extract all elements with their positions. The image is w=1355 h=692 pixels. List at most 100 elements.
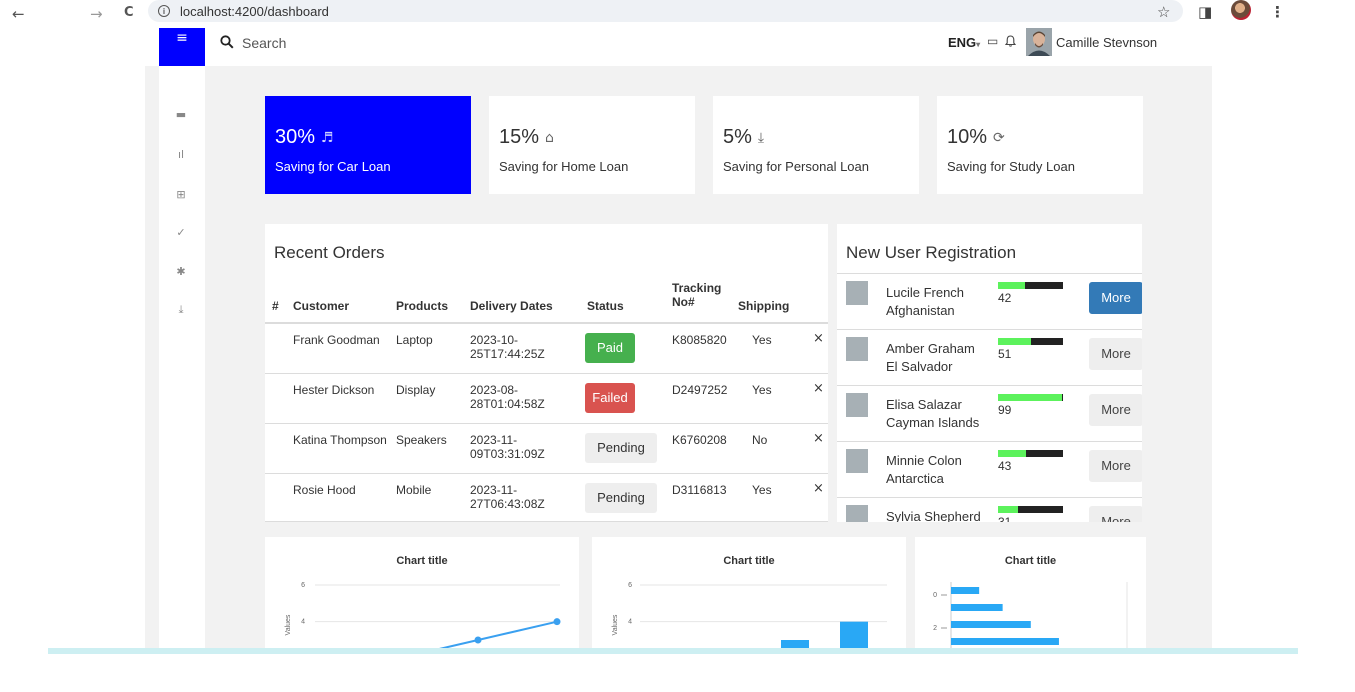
data-point xyxy=(553,618,561,626)
order-shipping: No xyxy=(752,433,768,447)
user-country: Antarctica xyxy=(886,471,944,486)
order-customer: Katina Thompson xyxy=(293,433,387,447)
user-row: Elisa Salazar Cayman Islands 99 More xyxy=(837,385,1142,441)
kpi-card-study-loan[interactable]: 10% ⟳ Saving for Study Loan xyxy=(937,96,1143,194)
col-status: Status xyxy=(587,299,624,313)
user-row: Sylvia Shepherd 31 More xyxy=(837,497,1142,522)
language-selector[interactable]: ENG▾ xyxy=(948,35,980,50)
user-score: 31 xyxy=(998,515,1012,522)
user-name: Elisa Salazar xyxy=(886,397,962,412)
user-country: El Salvador xyxy=(886,359,953,374)
y-axis-label: Values xyxy=(285,614,292,635)
sidebar-check-icon[interactable]: ✓ xyxy=(174,226,188,239)
row-divider xyxy=(265,423,828,424)
refresh-icon: ⟳ xyxy=(993,129,1005,146)
kpi-card-home-loan[interactable]: 15% ⌂ Saving for Home Loan xyxy=(489,96,695,194)
user-name: Lucile French xyxy=(886,285,965,300)
user-name: Minnie Colon xyxy=(886,453,962,468)
sidebar-add-icon[interactable]: ⊞ xyxy=(174,188,188,201)
line-chart-card: Chart title 642Values xyxy=(265,537,579,653)
col-delivery-dates: Delivery Dates xyxy=(470,299,553,313)
sidebar-download-icon[interactable]: ⤓ xyxy=(174,303,188,317)
more-button[interactable]: More xyxy=(1089,450,1142,482)
order-tracking: D2497252 xyxy=(672,383,728,397)
row-divider xyxy=(837,273,1142,274)
reload-icon[interactable]: C xyxy=(124,5,134,20)
user-name[interactable]: Camille Stevnson xyxy=(1056,35,1157,50)
bar xyxy=(951,638,1059,645)
progress-bar xyxy=(998,506,1063,513)
bookmark-star-icon[interactable]: ☆ xyxy=(1157,3,1170,21)
sidebar-chart-icon[interactable]: ıl xyxy=(174,148,188,161)
bar xyxy=(951,587,980,594)
col-shipping: Shipping xyxy=(738,299,790,313)
horizontal-bar-chart-card: Chart title 0 2 xyxy=(915,537,1146,653)
order-date: 2023-11- 09T03:31:09Z xyxy=(470,433,545,461)
more-button[interactable]: More xyxy=(1089,282,1142,314)
more-button[interactable]: More xyxy=(1089,394,1142,426)
kpi-card-personal-loan[interactable]: 5% ⤓ Saving for Personal Loan xyxy=(713,96,919,194)
order-tracking: D3116813 xyxy=(672,483,727,497)
remove-order-icon[interactable]: × xyxy=(813,431,824,446)
address-bar[interactable]: i localhost:4200/dashboard xyxy=(148,0,1183,22)
remove-order-icon[interactable]: × xyxy=(813,481,824,496)
music-icon: ♬ xyxy=(321,129,334,146)
kpi-value: 10% xyxy=(947,126,988,148)
header-divider xyxy=(265,322,828,324)
language-label: ENG xyxy=(948,35,977,50)
col-customer: Customer xyxy=(293,299,350,313)
kpi-card-car-loan[interactable]: 30% ♬ Saving for Car Loan xyxy=(265,96,471,194)
bar-chart-card: Chart title 642Values xyxy=(592,537,906,653)
hamburger-menu-icon[interactable]: ≡ xyxy=(159,28,205,66)
status-badge: Pending xyxy=(585,483,657,513)
y-tick-label: 6 xyxy=(301,582,305,589)
site-info-icon[interactable]: i xyxy=(158,5,170,17)
search-input[interactable] xyxy=(242,33,442,53)
more-button[interactable]: More xyxy=(1089,506,1142,522)
side-panel-icon[interactable]: ◨ xyxy=(1198,3,1212,21)
bell-icon[interactable] xyxy=(1005,35,1016,47)
profile-avatar-icon[interactable] xyxy=(1231,0,1251,20)
col-tracking: Tracking No# xyxy=(672,281,722,309)
order-customer: Rosie Hood xyxy=(293,483,356,497)
avatar xyxy=(846,449,868,473)
remove-order-icon[interactable]: × xyxy=(813,331,824,346)
user-avatar[interactable] xyxy=(1026,28,1052,56)
order-product: Display xyxy=(396,383,436,397)
avatar xyxy=(846,393,868,417)
user-name: Amber Graham xyxy=(886,341,975,356)
sidebar-settings-icon[interactable]: ✱ xyxy=(174,265,188,278)
progress-bar xyxy=(998,394,1063,401)
progress-fill xyxy=(998,450,1026,457)
url-text: localhost:4200/dashboard xyxy=(180,3,329,19)
browser-menu-icon[interactable]: ⋮ xyxy=(1270,3,1285,21)
user-score: 99 xyxy=(998,403,1012,417)
kpi-label: Saving for Study Loan xyxy=(947,159,1075,174)
kpi-value: 5% xyxy=(723,126,752,148)
col-index: # xyxy=(272,299,279,313)
user-score: 42 xyxy=(998,291,1012,305)
progress-fill xyxy=(998,282,1026,289)
recent-orders-panel: Recent Orders # Customer Products Delive… xyxy=(265,224,828,522)
user-row: Lucile French Afghanistan 42 More xyxy=(837,273,1142,329)
order-shipping: Yes xyxy=(752,383,772,397)
back-arrow-icon[interactable]: ← xyxy=(12,5,25,23)
status-badge: Failed xyxy=(585,383,635,413)
remove-order-icon[interactable]: × xyxy=(813,381,824,396)
chat-icon[interactable]: ▭ xyxy=(987,34,998,48)
progress-bar xyxy=(998,338,1063,345)
kpi-value: 30% xyxy=(275,126,316,148)
kpi-label: Saving for Personal Loan xyxy=(723,159,869,174)
home-icon: ⌂ xyxy=(545,129,554,146)
forward-arrow-icon[interactable]: → xyxy=(90,5,103,23)
user-country: Cayman Islands xyxy=(886,415,980,430)
order-product: Mobile xyxy=(396,483,432,497)
y-tick-label: 2 xyxy=(933,625,937,632)
sidebar-calendar-icon[interactable]: ▬ xyxy=(174,108,188,121)
status-badge: Pending xyxy=(585,433,657,463)
search-icon xyxy=(220,35,234,49)
order-product: Speakers xyxy=(396,433,447,447)
row-divider xyxy=(837,329,1142,330)
more-button[interactable]: More xyxy=(1089,338,1142,370)
order-shipping: Yes xyxy=(752,333,772,347)
